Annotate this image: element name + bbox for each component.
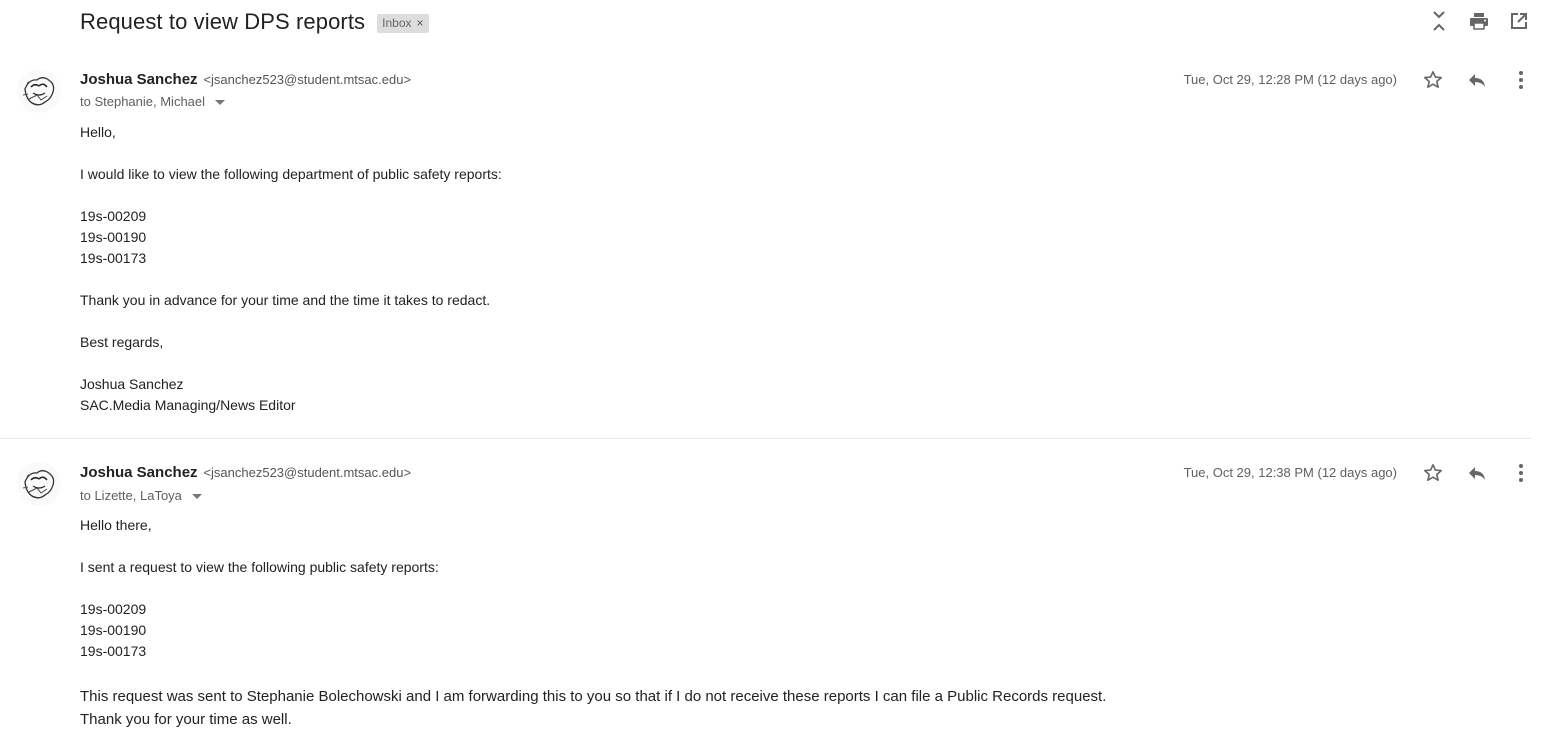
body-thanks: Thank you in advance for your time and t… <box>80 292 491 308</box>
body-intro: I sent a request to view the following p… <box>80 559 439 575</box>
report-number: 19s-00173 <box>80 250 147 266</box>
message-date: Tue, Oct 29, 12:38 PM (12 days ago) <box>1183 465 1397 480</box>
sender-line: Joshua Sanchez <jsanchez523@student.mtsa… <box>80 71 411 88</box>
signature-name: Joshua Sanchez <box>80 376 184 392</box>
subject-row: Request to view DPS reports Inbox × <box>80 6 429 38</box>
message-divider <box>0 438 1531 439</box>
message-date: Tue, Oct 29, 12:28 PM (12 days ago) <box>1183 72 1397 87</box>
reply-icon[interactable] <box>1465 461 1489 485</box>
message-body: Hello there, I sent a request to view th… <box>80 515 1106 729</box>
show-details-icon[interactable] <box>215 100 226 105</box>
message-actions <box>1421 68 1533 92</box>
message-body: Hello, I would like to view the followin… <box>80 122 502 416</box>
remove-label-icon[interactable]: × <box>417 16 424 30</box>
sender-email: <jsanchez523@student.mtsac.edu> <box>203 465 412 480</box>
open-in-new-window-icon[interactable] <box>1507 9 1531 33</box>
body-thanks: Thank you for your time as well. <box>80 711 292 728</box>
star-icon[interactable] <box>1421 68 1445 92</box>
sender-line: Joshua Sanchez <jsanchez523@student.mtsa… <box>80 464 411 481</box>
recipients-text: to Stephanie, Michael <box>80 94 206 109</box>
collapse-all-icon[interactable] <box>1427 9 1451 33</box>
star-icon[interactable] <box>1421 461 1445 485</box>
body-closing: Best regards, <box>80 334 164 350</box>
signature-title: SAC.Media Managing/News Editor <box>80 397 296 413</box>
report-number: 19s-00209 <box>80 601 147 617</box>
sender-name[interactable]: Joshua Sanchez <box>80 464 198 481</box>
sender-avatar[interactable] <box>17 69 61 113</box>
show-details-icon[interactable] <box>191 494 202 499</box>
thread-subject: Request to view DPS reports <box>80 9 366 34</box>
report-number: 19s-00190 <box>80 229 147 245</box>
recipients-line: to Stephanie, Michael <box>80 94 226 109</box>
sender-email: <jsanchez523@student.mtsac.edu> <box>203 72 412 87</box>
sender-name[interactable]: Joshua Sanchez <box>80 71 198 88</box>
more-vertical-icon[interactable] <box>1509 461 1533 485</box>
email-thread-view: Request to view DPS reports Inbox × Josh… <box>0 0 1545 729</box>
recipients-line: to Lizette, LaToya <box>80 488 202 503</box>
body-forward-note: This request was sent to Stephanie Bolec… <box>80 688 1107 705</box>
report-number: 19s-00190 <box>80 622 147 638</box>
thread-actions <box>1427 9 1531 33</box>
sender-avatar[interactable] <box>17 462 61 506</box>
inbox-label-chip[interactable]: Inbox × <box>377 13 429 33</box>
report-number: 19s-00173 <box>80 643 147 659</box>
print-icon[interactable] <box>1467 9 1491 33</box>
reply-icon[interactable] <box>1465 68 1489 92</box>
report-number: 19s-00209 <box>80 208 147 224</box>
recipients-text: to Lizette, LaToya <box>80 488 182 503</box>
label-chip-text: Inbox <box>382 16 412 30</box>
body-greeting: Hello there, <box>80 517 152 533</box>
body-greeting: Hello, <box>80 124 116 140</box>
body-intro: I would like to view the following depar… <box>80 166 502 182</box>
message-actions <box>1421 461 1533 485</box>
more-vertical-icon[interactable] <box>1509 68 1533 92</box>
